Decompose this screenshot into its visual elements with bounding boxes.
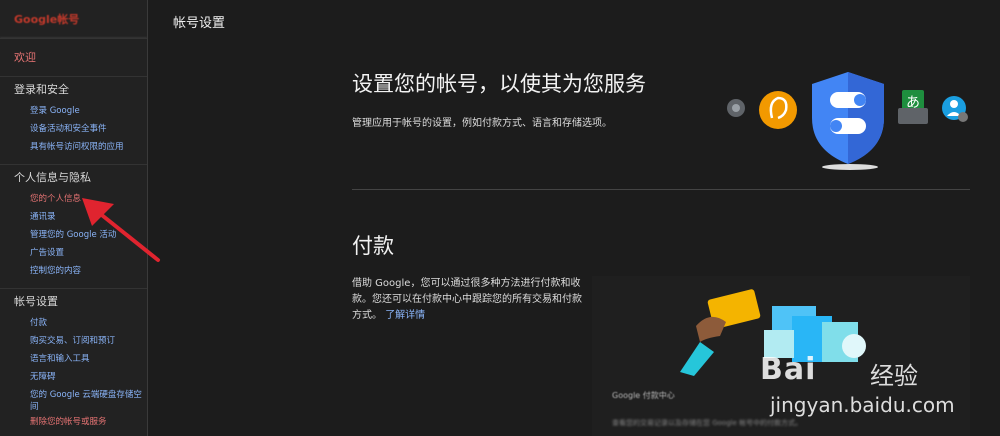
baidu-watermark-brand: Bai: [760, 352, 817, 387]
payment-description: 借助 Google，您可以通过很多种方法进行付款和收款。您还可以在付款中心中跟踪…: [352, 276, 584, 324]
sidebar-item-purchases[interactable]: 购买交易、订阅和预订: [0, 332, 147, 350]
sidebar-item-accessibility[interactable]: 无障碍: [0, 368, 147, 386]
payment-section-title: 付款: [352, 234, 394, 258]
gear-icon: [727, 99, 745, 117]
sidebar-item-payments[interactable]: 付款: [0, 314, 147, 332]
card-title: Google 付款中心: [612, 391, 675, 400]
sidebar-section-welcome[interactable]: 欢迎: [0, 38, 147, 76]
sidebar-item-drive-storage[interactable]: 您的 Google 云端硬盘存储空间: [0, 386, 147, 413]
hearing-icon: [759, 91, 797, 129]
page-title: 帐号设置: [173, 16, 226, 31]
sidebar-item-connected-apps[interactable]: 具有帐号访问权限的应用: [0, 138, 147, 156]
keyboard-icon: あ: [898, 90, 928, 124]
sidebar-section-personal-info[interactable]: 个人信息与隐私: [0, 164, 147, 190]
card-text: 查看您的交易记录以及存储在您 Google 帐号中的付款方式。: [612, 419, 803, 427]
hero-illustration: あ: [727, 72, 968, 170]
page-header: 帐号设置: [149, 0, 1000, 38]
baidu-watermark-logo: Bai: [760, 352, 816, 387]
sidebar-item-delete-account[interactable]: 删除您的帐号或服务: [0, 413, 147, 431]
shield-icon: [812, 72, 884, 170]
sidebar-section-signin-security[interactable]: 登录和安全: [0, 76, 147, 102]
hero-description: 管理应用于帐号的设置，例如付款方式、语言和存储选项。: [352, 118, 612, 129]
user-icon: [942, 96, 968, 122]
baidu-watermark-url: jingyan.baidu.com: [770, 393, 955, 417]
baidu-watermark-jingyan: 经验: [870, 362, 918, 390]
google-account-logo[interactable]: Google帐号: [0, 0, 147, 38]
payment-card-icon: [680, 289, 761, 376]
sidebar-section-account-settings[interactable]: 帐号设置: [0, 288, 147, 314]
arrow-annotation-icon: [82, 198, 160, 262]
hero-title: 设置您的帐号，以使其为您服务: [352, 72, 646, 96]
sidebar-item-language-input[interactable]: 语言和输入工具: [0, 350, 147, 368]
sidebar-item-device-activity[interactable]: 设备活动和安全事件: [0, 120, 147, 138]
learn-more-link[interactable]: 了解详情: [385, 310, 425, 321]
section-divider: [352, 189, 970, 190]
sidebar-item-signin-google[interactable]: 登录 Google: [0, 102, 147, 120]
